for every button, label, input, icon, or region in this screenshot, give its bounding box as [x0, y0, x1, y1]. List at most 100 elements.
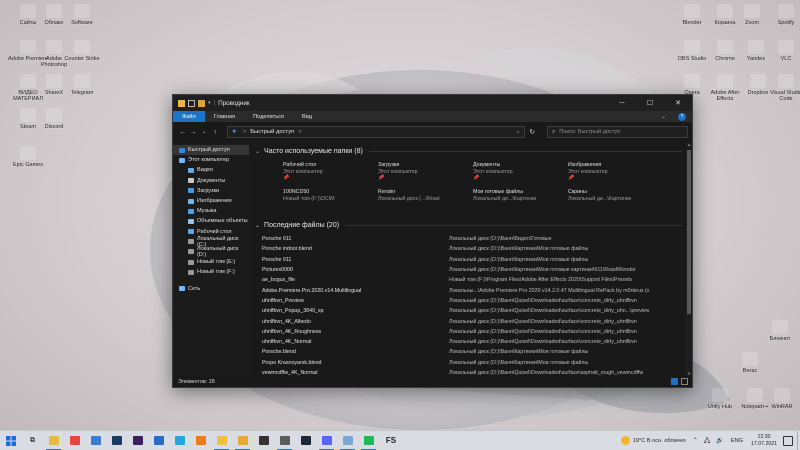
recent-file-row[interactable]: Porsche 911 Локальный диск (D:)\Ваня\Карт…: [255, 255, 692, 265]
recent-locations-icon[interactable]: ⌄: [199, 129, 210, 135]
taskbar-app-obs[interactable]: [253, 431, 274, 450]
properties-icon[interactable]: [188, 99, 195, 107]
desktop-icon[interactable]: Unity Hub: [700, 388, 740, 410]
taskbar-app-steam[interactable]: [295, 431, 316, 450]
notifications-icon[interactable]: [783, 435, 793, 446]
back-button[interactable]: ←: [177, 129, 188, 136]
desktop-icon[interactable]: Вегас: [730, 352, 770, 374]
task-view-icon[interactable]: ⧉: [22, 431, 43, 450]
scroll-up-icon[interactable]: ▲: [686, 142, 692, 147]
taskbar-app-photoshop[interactable]: [106, 431, 127, 450]
taskbar-app-telegram[interactable]: [169, 431, 190, 450]
taskbar-app-discord[interactable]: [316, 431, 337, 450]
sidebar-item[interactable]: Загрузки: [173, 186, 249, 196]
sidebar-item[interactable]: Музыка: [173, 206, 249, 216]
weather-widget[interactable]: 19°C В осн. облачно: [620, 436, 686, 445]
desktop-icon[interactable]: VLC: [766, 40, 800, 62]
recent-file-row[interactable]: uhnlfbvn_Preview Локальный диск (D:)\Ваня…: [255, 296, 692, 306]
sidebar-item[interactable]: Новый том (F:): [173, 267, 249, 277]
minimize-button[interactable]: ─: [608, 95, 636, 111]
desktop-icon[interactable]: Software: [62, 4, 102, 26]
up-button[interactable]: ↑: [210, 129, 221, 136]
sidebar-item[interactable]: Изображения: [173, 196, 249, 206]
tab-home[interactable]: Главная: [205, 111, 244, 122]
desktop-icon[interactable]: Counter Strike: [62, 40, 102, 62]
folder-tile[interactable]: Скрины Локальный ди...\Картинки: [568, 186, 663, 213]
sidebar-item[interactable]: Этот компьютер: [173, 155, 249, 165]
desktop-icon[interactable]: Discord: [34, 108, 74, 130]
tray-overflow-icon[interactable]: ⌃: [693, 437, 698, 444]
desktop-icon[interactable]: Spotify: [766, 4, 800, 26]
frequent-folders-group[interactable]: ⌄ Часто используемые папки (8): [255, 145, 692, 157]
recent-file-row[interactable]: Propo Krasnoyarsk.blend Локальный диск (D…: [255, 358, 692, 368]
scrollbar-thumb[interactable]: [687, 150, 691, 314]
taskbar-app-settings[interactable]: [274, 431, 295, 450]
address-dropdown-icon[interactable]: ⌄: [515, 129, 520, 135]
taskbar-app-store[interactable]: [85, 431, 106, 450]
sidebar-item[interactable]: Документы: [173, 176, 249, 186]
desktop-icon[interactable]: Telegram: [62, 74, 102, 96]
desktop-icon[interactable]: WinRAR: [762, 388, 800, 410]
collapse-icon[interactable]: ⌄: [255, 148, 260, 155]
folder-tile[interactable]: Render Локальный диск (...\Road: [378, 186, 473, 213]
tab-share[interactable]: Поделиться: [244, 111, 293, 122]
collapse-icon[interactable]: ⌄: [255, 222, 260, 229]
folder-tile[interactable]: Документы Этот компьютер 📌: [473, 159, 568, 186]
search-input[interactable]: ⌕ Поиск: Быстрый доступ: [547, 126, 688, 138]
taskbar-app-premiere[interactable]: [127, 431, 148, 450]
sidebar-item[interactable]: Объемные объекты: [173, 216, 249, 226]
folder-tile[interactable]: Загрузки Этот компьютер 📌: [378, 159, 473, 186]
taskbar-app-mail[interactable]: [148, 431, 169, 450]
sidebar-item[interactable]: Видео: [173, 165, 249, 175]
vertical-scrollbar[interactable]: ▲ ▼: [686, 142, 692, 376]
taskbar-app-blender[interactable]: [190, 431, 211, 450]
recent-file-row[interactable]: Pictures0000 Локальный диск (D:)\Ваня\Кар…: [255, 265, 692, 275]
recent-file-row[interactable]: Porsche 911 Локальный диск (D:)\Ваня\Виде…: [255, 234, 692, 244]
taskbar-app-explorer[interactable]: [43, 431, 64, 450]
language-indicator[interactable]: ENG: [731, 438, 743, 444]
volume-icon[interactable]: 🔊: [716, 437, 723, 444]
recent-file-row[interactable]: Adobe.Premiere.Pro.2020.v14.Multilingual…: [255, 285, 692, 295]
sidebar-item[interactable]: Локальный диск (D:): [173, 246, 249, 258]
folder-tile[interactable]: Рабочий стол Этот компьютер 📌: [283, 159, 378, 186]
tab-view[interactable]: Вид: [293, 111, 321, 122]
recent-file-row[interactable]: uhnlfbvn_4K_Albedo Локальный диск (D:)\Ва…: [255, 316, 692, 326]
expand-ribbon-icon[interactable]: ⌄: [661, 111, 674, 122]
tab-file[interactable]: Файл: [173, 111, 205, 122]
taskbar-app-explorer3[interactable]: [232, 431, 253, 450]
quick-access-toolbar-dropdown-icon[interactable]: ▾: [208, 100, 211, 106]
title-bar[interactable]: ▾ | Проводник ─ ☐ ✕: [173, 95, 692, 111]
large-icons-view-icon[interactable]: [681, 378, 688, 385]
desktop-icon[interactable]: Visual Studio Code: [766, 74, 800, 103]
taskbar-app-spotify[interactable]: [358, 431, 379, 450]
recent-file-row[interactable]: vewmcdffw_4K_Normal Локальный диск (D:)\В…: [255, 368, 692, 376]
network-icon[interactable]: 🖧: [704, 436, 711, 446]
sidebar-item[interactable]: Сеть: [173, 283, 249, 293]
breadcrumb-quick-access[interactable]: Быстрый доступ: [250, 129, 294, 135]
desktop-icon[interactable]: Epic Games: [8, 146, 48, 168]
recent-file-row[interactable]: uhnlfbvn_4K_Normal Локальный диск (D:)\Ва…: [255, 337, 692, 347]
maximize-button[interactable]: ☐: [636, 95, 664, 111]
recent-file-row[interactable]: uhnlfbvn_4K_Roughness Локальный диск (D:)…: [255, 327, 692, 337]
folder-tile[interactable]: 100NCD50 Новый том (F:)\DCIM: [283, 186, 378, 213]
taskbar-app-chrome[interactable]: [64, 431, 85, 450]
sidebar-item[interactable]: Новый том (E:): [173, 257, 249, 267]
clock[interactable]: 12:30 17.07.2021: [751, 434, 777, 446]
recent-file-row[interactable]: Porsche.blend Локальный диск (D:)\Ваня\Ка…: [255, 347, 692, 357]
folder-tile[interactable]: Изображения Этот компьютер 📌: [568, 159, 663, 186]
taskbar-fs-app[interactable]: FS: [379, 431, 403, 450]
recent-file-row[interactable]: ae_bogus_file Новый том (F:)\Program File…: [255, 275, 692, 285]
details-view-icon[interactable]: [671, 378, 678, 385]
sidebar-item[interactable]: Быстрый доступ: [173, 145, 249, 156]
taskbar-app-explorer2[interactable]: [211, 431, 232, 450]
help-icon[interactable]: ?: [678, 112, 686, 121]
desktop-icon[interactable]: Блокнот: [760, 320, 800, 342]
recent-files-group[interactable]: ⌄ Последние файлы (20): [255, 219, 692, 231]
refresh-icon[interactable]: ↻: [525, 128, 539, 136]
address-bar[interactable]: ★ > Быстрый доступ > ⌄: [226, 126, 526, 138]
recent-file-row[interactable]: Porsche indoor.blend Локальный диск (D:)\…: [255, 244, 692, 254]
close-button[interactable]: ✕: [664, 95, 692, 111]
folder-tile[interactable]: Мои готовые файлы Локальный ди...\Картинк…: [473, 186, 568, 213]
taskbar-app-notepad[interactable]: [337, 431, 358, 450]
recent-file-row[interactable]: uhnlfbvn_Popup_3840_sp Локальный диск (D:…: [255, 306, 692, 316]
